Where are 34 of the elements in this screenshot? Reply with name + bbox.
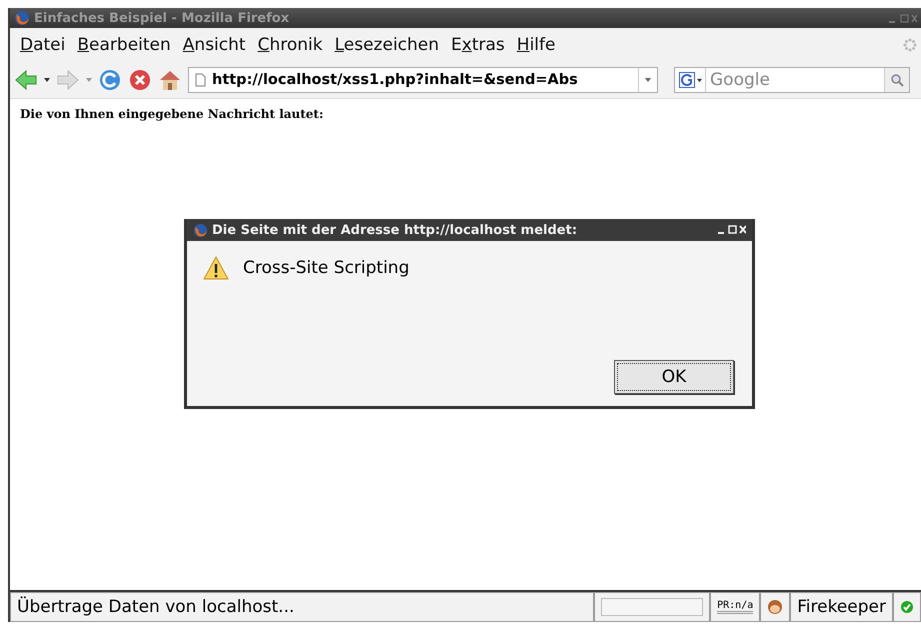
menu-item[interactable]: Bearbeiten	[71, 35, 177, 55]
stop-icon[interactable]	[128, 68, 152, 92]
pagerank-indicator: PR:n/a	[717, 600, 754, 614]
reload-icon[interactable]	[98, 68, 122, 92]
warning-icon	[203, 255, 229, 281]
caret-icon	[86, 77, 92, 83]
search-icon[interactable]	[890, 73, 904, 87]
window-title: Einfaches Beispiel - Mozilla Firefox	[34, 10, 290, 26]
forward-arrow-icon	[56, 68, 80, 92]
status-text: Übertrage Daten von localhost...	[17, 597, 294, 617]
window-controls-icon[interactable]	[716, 225, 746, 235]
page-text: Die von Ihnen eingegebene Nachricht lautet:	[20, 107, 324, 121]
back-arrow-icon[interactable]	[14, 68, 38, 92]
menu-item[interactable]: Chronik	[252, 35, 329, 55]
home-icon[interactable]	[158, 68, 182, 92]
dialog-title: Die Seite mit der Adresse http://localhost meldet:	[212, 222, 578, 238]
firefox-icon	[14, 10, 30, 26]
menu-item[interactable]: Hilfe	[510, 35, 562, 55]
caret-icon[interactable]	[645, 77, 651, 83]
caret-icon[interactable]	[44, 77, 50, 83]
check-icon	[900, 600, 914, 614]
alert-message: Cross-Site Scripting	[243, 258, 410, 278]
menu-item[interactable]: Extras	[445, 35, 511, 55]
menu-item[interactable]: Datei	[14, 35, 72, 55]
firefox-icon	[193, 222, 208, 238]
search-box[interactable]: Google	[674, 67, 910, 93]
search-engine-icon[interactable]	[678, 72, 694, 88]
ok-button[interactable]: OK	[614, 360, 734, 394]
address-field[interactable]: http://localhost/xss1.php?inhalt=&send=Abs	[188, 67, 658, 93]
throbber-icon	[903, 38, 917, 52]
menu-item[interactable]: Lesezeichen	[328, 35, 446, 55]
caret-icon[interactable]	[696, 78, 702, 82]
menu-item[interactable]: Ansicht	[176, 35, 252, 55]
page-icon	[195, 73, 206, 87]
